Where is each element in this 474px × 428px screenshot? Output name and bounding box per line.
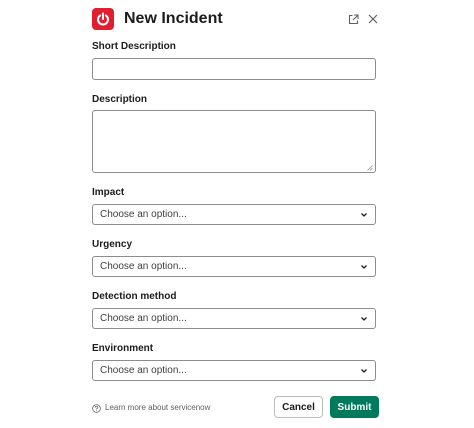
help-link-text: Learn more about servicenow: [105, 403, 211, 412]
detection-method-select[interactable]: Choose an option...: [92, 308, 376, 329]
detection-method-placeholder: Choose an option...: [100, 312, 187, 324]
chevron-down-icon: [361, 317, 367, 321]
modal-title: New Incident: [124, 10, 223, 27]
description-label: Description: [92, 94, 148, 105]
chevron-down-icon: [361, 369, 367, 373]
impact-placeholder: Choose an option...: [100, 208, 187, 220]
urgency-placeholder: Choose an option...: [100, 260, 187, 272]
external-link-icon[interactable]: [346, 12, 360, 26]
urgency-select[interactable]: Choose an option...: [92, 256, 376, 277]
environment-select[interactable]: Choose an option...: [92, 360, 376, 381]
help-link[interactable]: Learn more about servicenow: [92, 402, 210, 414]
close-icon[interactable]: [366, 12, 380, 26]
chevron-down-icon: [361, 265, 367, 269]
urgency-label: Urgency: [92, 239, 133, 250]
submit-button[interactable]: Submit: [330, 396, 379, 418]
help-circle-icon: [92, 403, 101, 413]
environment-label: Environment: [92, 343, 154, 354]
impact-select[interactable]: Choose an option...: [92, 204, 376, 225]
chevron-down-icon: [361, 213, 367, 217]
cancel-button[interactable]: Cancel: [274, 396, 323, 418]
description-textarea[interactable]: [92, 110, 376, 173]
modal-header: New Incident: [92, 8, 382, 32]
resize-grip-icon[interactable]: [367, 165, 373, 171]
short-description-label: Short Description: [92, 41, 176, 52]
environment-placeholder: Choose an option...: [100, 364, 187, 376]
impact-label: Impact: [92, 187, 125, 198]
short-description-input[interactable]: [92, 58, 376, 80]
servicenow-power-icon: [92, 8, 114, 30]
detection-method-label: Detection method: [92, 291, 177, 302]
